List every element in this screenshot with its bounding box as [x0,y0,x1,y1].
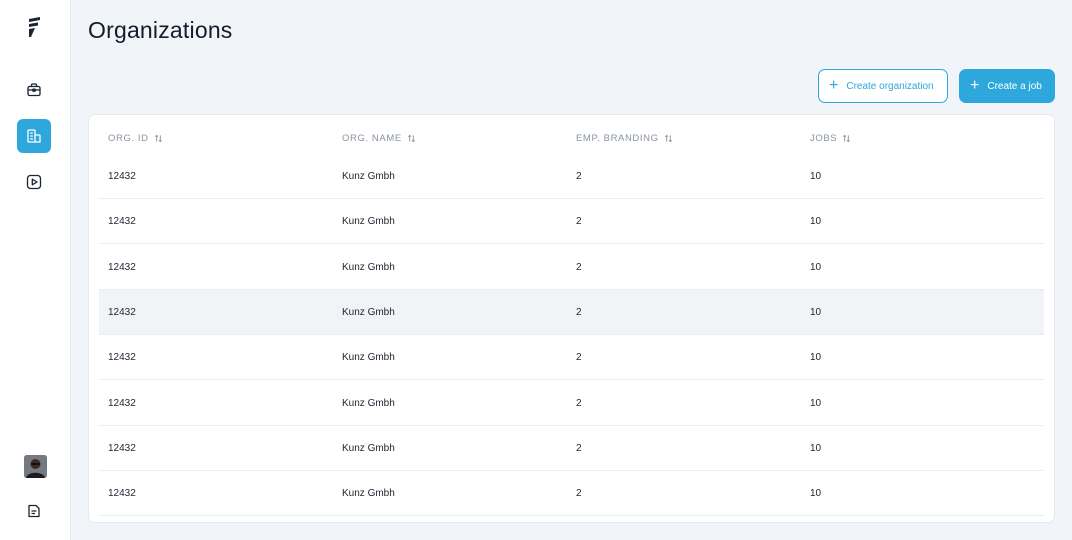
table-row[interactable]: 12432 Kunz Gmbh 2 10 [99,154,1044,199]
cell-org-name: Kunz Gmbh [342,307,395,318]
create-organization-button[interactable]: + Create organization [818,69,948,103]
table-row[interactable]: 12432 Kunz Gmbh 2 10 [99,335,1044,380]
main-content: Organizations + Create organization + Cr… [71,0,1072,540]
cell-emp-branding: 2 [576,307,582,318]
column-header-label: EMP. BRANDING [576,133,659,144]
table-row-hovered[interactable]: 12432 Kunz Gmbh 2 10 [99,290,1044,335]
sort-icon [843,134,851,143]
cell-jobs: 10 [810,262,822,273]
sort-icon [407,134,415,143]
cell-org-name: Kunz Gmbh [342,398,395,409]
cell-jobs: 10 [810,216,822,227]
column-header-jobs[interactable]: JOBS [810,133,851,144]
cell-org-id: 12432 [108,352,136,363]
briefcase-icon [27,83,41,97]
cell-jobs: 10 [810,307,822,318]
document-icon [28,504,40,518]
cell-jobs: 10 [810,352,822,363]
table-row[interactable]: 12432 Kunz Gmbh 2 10 [99,471,1044,516]
column-header-label: ORG. ID [108,133,149,144]
sidebar [0,0,71,540]
create-organization-label: Create organization [846,80,934,92]
cell-emp-branding: 2 [576,216,582,227]
sidebar-item-jobs[interactable] [17,73,51,107]
cell-org-name: Kunz Gmbh [342,216,395,227]
logo-icon[interactable] [24,16,46,40]
cell-jobs: 10 [810,171,822,182]
cell-jobs: 10 [810,488,822,499]
sidebar-item-documents[interactable] [17,494,51,528]
cell-emp-branding: 2 [576,262,582,273]
avatar[interactable] [24,455,47,478]
cell-org-id: 12432 [108,216,136,227]
table-row[interactable]: 12432 Kunz Gmbh 2 10 [99,199,1044,244]
plus-icon: + [829,77,839,94]
cell-org-name: Kunz Gmbh [342,352,395,363]
table-row[interactable]: 12432 Kunz Gmbh 2 10 [99,426,1044,471]
column-header-label: JOBS [810,133,838,144]
plus-icon: + [970,77,980,94]
column-header-org-id[interactable]: ORG. ID [108,133,163,144]
cell-org-id: 12432 [108,443,136,454]
cell-org-name: Kunz Gmbh [342,443,395,454]
cell-org-id: 12432 [108,171,136,182]
cell-org-id: 12432 [108,262,136,273]
create-job-button[interactable]: + Create a job [959,69,1055,103]
cell-emp-branding: 2 [576,443,582,454]
video-play-icon [26,174,42,190]
create-job-label: Create a job [987,80,1042,92]
sort-icon [154,134,162,143]
cell-org-name: Kunz Gmbh [342,262,395,273]
cell-emp-branding: 2 [576,398,582,409]
cell-jobs: 10 [810,398,822,409]
cell-emp-branding: 2 [576,488,582,499]
page-title: Organizations [88,17,233,43]
cell-org-id: 12432 [108,307,136,318]
cell-emp-branding: 2 [576,171,582,182]
cell-org-name: Kunz Gmbh [342,171,395,182]
sidebar-item-videos[interactable] [17,165,51,199]
table-row[interactable]: 12432 Kunz Gmbh 2 10 [99,245,1044,290]
column-header-emp-branding[interactable]: EMP. BRANDING [576,133,673,144]
cell-org-id: 12432 [108,488,136,499]
cell-emp-branding: 2 [576,352,582,363]
cell-jobs: 10 [810,443,822,454]
building-icon [27,129,41,143]
sort-icon [664,134,672,143]
organizations-table: ORG. ID ORG. NAME EMP. BRANDING JOBS 124… [88,114,1055,523]
column-header-label: ORG. NAME [342,133,402,144]
cell-org-name: Kunz Gmbh [342,488,395,499]
table-header: ORG. ID ORG. NAME EMP. BRANDING JOBS [99,133,1044,149]
table-row[interactable]: 12432 Kunz Gmbh 2 10 [99,381,1044,426]
sidebar-item-organizations[interactable] [17,119,51,153]
column-header-org-name[interactable]: ORG. NAME [342,133,416,144]
cell-org-id: 12432 [108,398,136,409]
